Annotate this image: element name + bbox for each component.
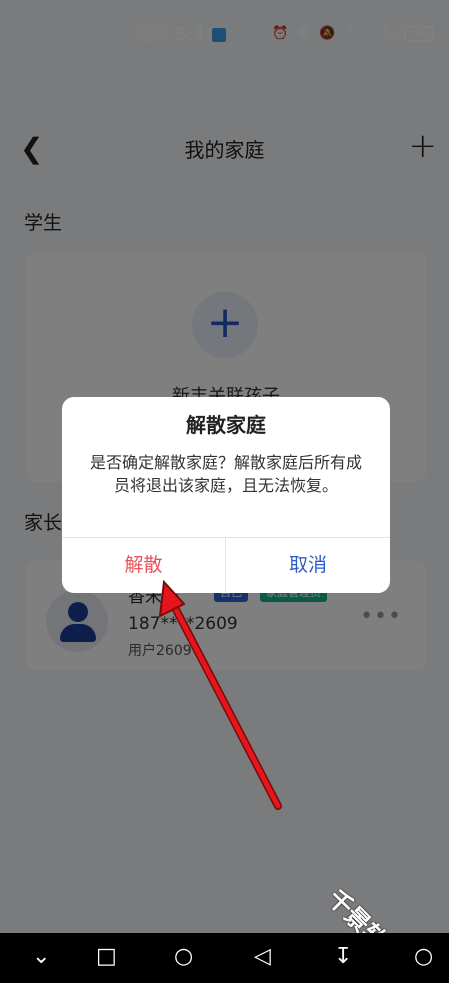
recents-icon[interactable]: □: [96, 945, 117, 969]
dialog-title: 解散家庭: [186, 413, 266, 437]
collapse-icon[interactable]: ⌄: [32, 945, 50, 969]
system-navigation-bar: ⌄ □ ○ ◁ ↧ ○: [0, 933, 449, 983]
cancel-button[interactable]: 取消: [226, 538, 390, 593]
back-nav-icon[interactable]: ◁: [254, 945, 271, 969]
pull-down-icon[interactable]: ↧: [334, 945, 352, 969]
extra-nav-icon[interactable]: ○: [414, 945, 433, 969]
dissolve-family-dialog: 解散家庭 是否确定解散家庭？解散家庭后所有成员将退出该家庭，且无法恢复。 解散 …: [62, 397, 390, 593]
dialog-message: 是否确定解散家庭？解散家庭后所有成员将退出该家庭，且无法恢复。: [89, 453, 362, 495]
home-icon[interactable]: ○: [174, 945, 193, 969]
dissolve-button[interactable]: 解散: [62, 538, 225, 593]
